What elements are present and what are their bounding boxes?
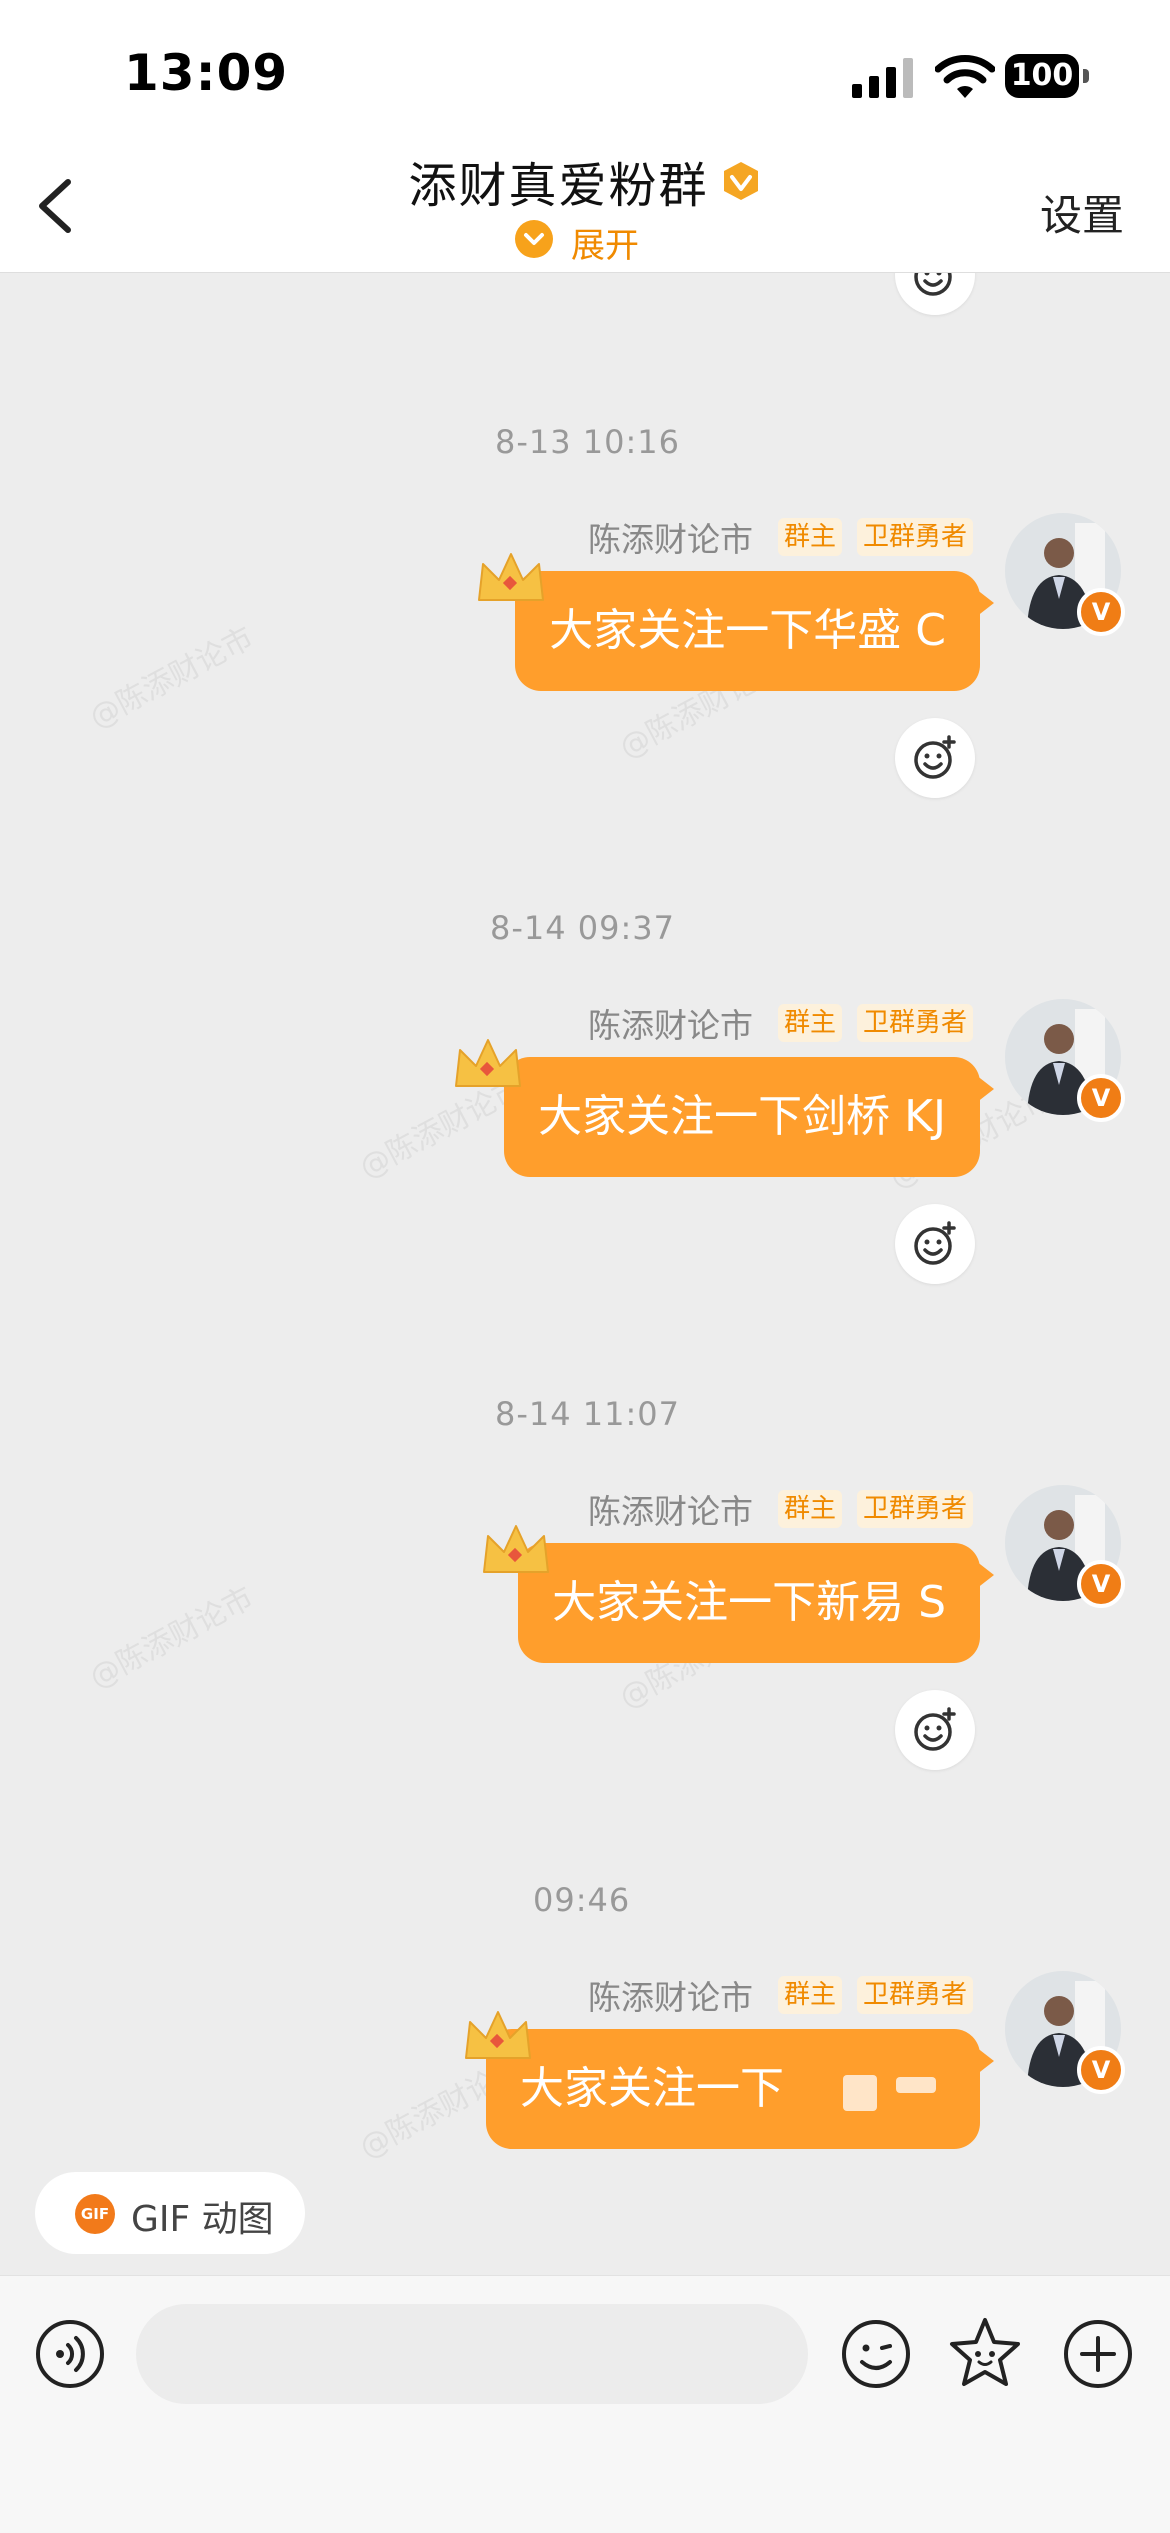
sticker-icon[interactable] <box>946 2314 1024 2392</box>
owner-tag: 群主 <box>778 518 843 556</box>
message-timestamp: 8-14 09:37 <box>490 909 676 947</box>
message-input[interactable] <box>136 2304 808 2404</box>
add-reaction-button[interactable] <box>895 1204 975 1284</box>
add-reaction-button[interactable] <box>895 718 975 798</box>
verified-badge: V <box>1077 2046 1125 2094</box>
nav-header: 添财真爱粉群 展开 设置 <box>0 140 1170 273</box>
chevron-down-icon <box>515 220 553 258</box>
crown-icon <box>465 2011 531 2059</box>
guardian-tag: 卫群勇者 <box>857 1004 974 1042</box>
crown-icon <box>483 1525 549 1573</box>
chat-area[interactable]: @陈添财论市 @陈添财论市 @陈添财论市 @陈添财论市 @陈添财论市 @陈添财论… <box>0 273 1170 2272</box>
add-reaction-button[interactable] <box>895 273 975 315</box>
crown-icon <box>455 1039 521 1087</box>
back-icon[interactable] <box>22 160 92 250</box>
bubble-tail <box>976 1075 994 1103</box>
message-sender: 陈添财论市 <box>588 1978 753 2017</box>
owner-tag: 群主 <box>778 1490 843 1528</box>
guardian-tag: 卫群勇者 <box>857 518 974 556</box>
bubble-tail <box>976 589 994 617</box>
message-sender: 陈添财论市 <box>588 1492 753 1531</box>
smiley-plus-icon <box>914 273 952 296</box>
battery-indicator: 100 <box>1005 54 1089 100</box>
smiley-plus-icon <box>914 1221 956 1265</box>
owner-tag: 群主 <box>778 1004 843 1042</box>
redacted-text <box>896 2077 936 2093</box>
message-bubble[interactable]: 大家关注一下剑桥 KJ <box>504 1057 980 1177</box>
message-sender: 陈添财论市 <box>588 1006 753 1045</box>
smiley-plus-icon <box>914 1707 956 1751</box>
add-reaction-button[interactable] <box>895 1690 975 1770</box>
gif-label: GIF 动图 <box>131 2199 274 2240</box>
bubble-tail <box>976 2047 994 2075</box>
message-bubble[interactable]: 大家关注一下华盛 C <box>515 571 980 691</box>
message-sender: 陈添财论市 <box>588 520 753 559</box>
bubble-tail <box>976 1561 994 1589</box>
message-text: 大家关注一下 <box>520 2063 784 2114</box>
smiley-plus-icon <box>914 735 956 779</box>
status-time: 13:09 <box>124 44 289 102</box>
emoji-icon[interactable] <box>840 2318 912 2390</box>
redacted-text <box>843 2075 877 2111</box>
gif-icon: GIF <box>75 2194 115 2234</box>
message-timestamp: 8-13 10:16 <box>495 423 681 461</box>
battery-level: 100 <box>1005 54 1079 98</box>
settings-button[interactable]: 设置 <box>1040 182 1124 243</box>
battery-nub <box>1083 69 1089 83</box>
watermark: @陈添财论市 <box>83 1580 260 1696</box>
verified-badge: V <box>1077 588 1125 636</box>
vip-badge-icon <box>723 162 758 200</box>
title-wrap: 添财真爱粉群 <box>300 146 870 216</box>
crown-icon <box>478 553 544 601</box>
status-bar: 13:09 100 <box>0 0 1170 140</box>
wifi-icon <box>935 55 995 98</box>
input-bar <box>0 2275 1170 2533</box>
message-timestamp: 09:46 <box>533 1881 631 1919</box>
guardian-tag: 卫群勇者 <box>857 1490 974 1528</box>
group-title: 添财真爱粉群 <box>408 158 709 214</box>
owner-tag: 群主 <box>778 1976 843 2014</box>
guardian-tag: 卫群勇者 <box>857 1976 974 2014</box>
expand-label: 展开 <box>571 226 639 266</box>
watermark: @陈添财论市 <box>83 620 260 736</box>
message-bubble[interactable]: 大家关注一下新易 S <box>518 1543 980 1663</box>
verified-badge: V <box>1077 1560 1125 1608</box>
verified-badge: V <box>1077 1074 1125 1122</box>
plus-icon[interactable] <box>1062 2318 1134 2390</box>
cellular-signal-icon <box>852 58 913 98</box>
gif-button[interactable]: GIF GIF 动图 <box>35 2172 305 2254</box>
voice-icon[interactable] <box>34 2318 106 2390</box>
message-timestamp: 8-14 11:07 <box>495 1395 681 1433</box>
